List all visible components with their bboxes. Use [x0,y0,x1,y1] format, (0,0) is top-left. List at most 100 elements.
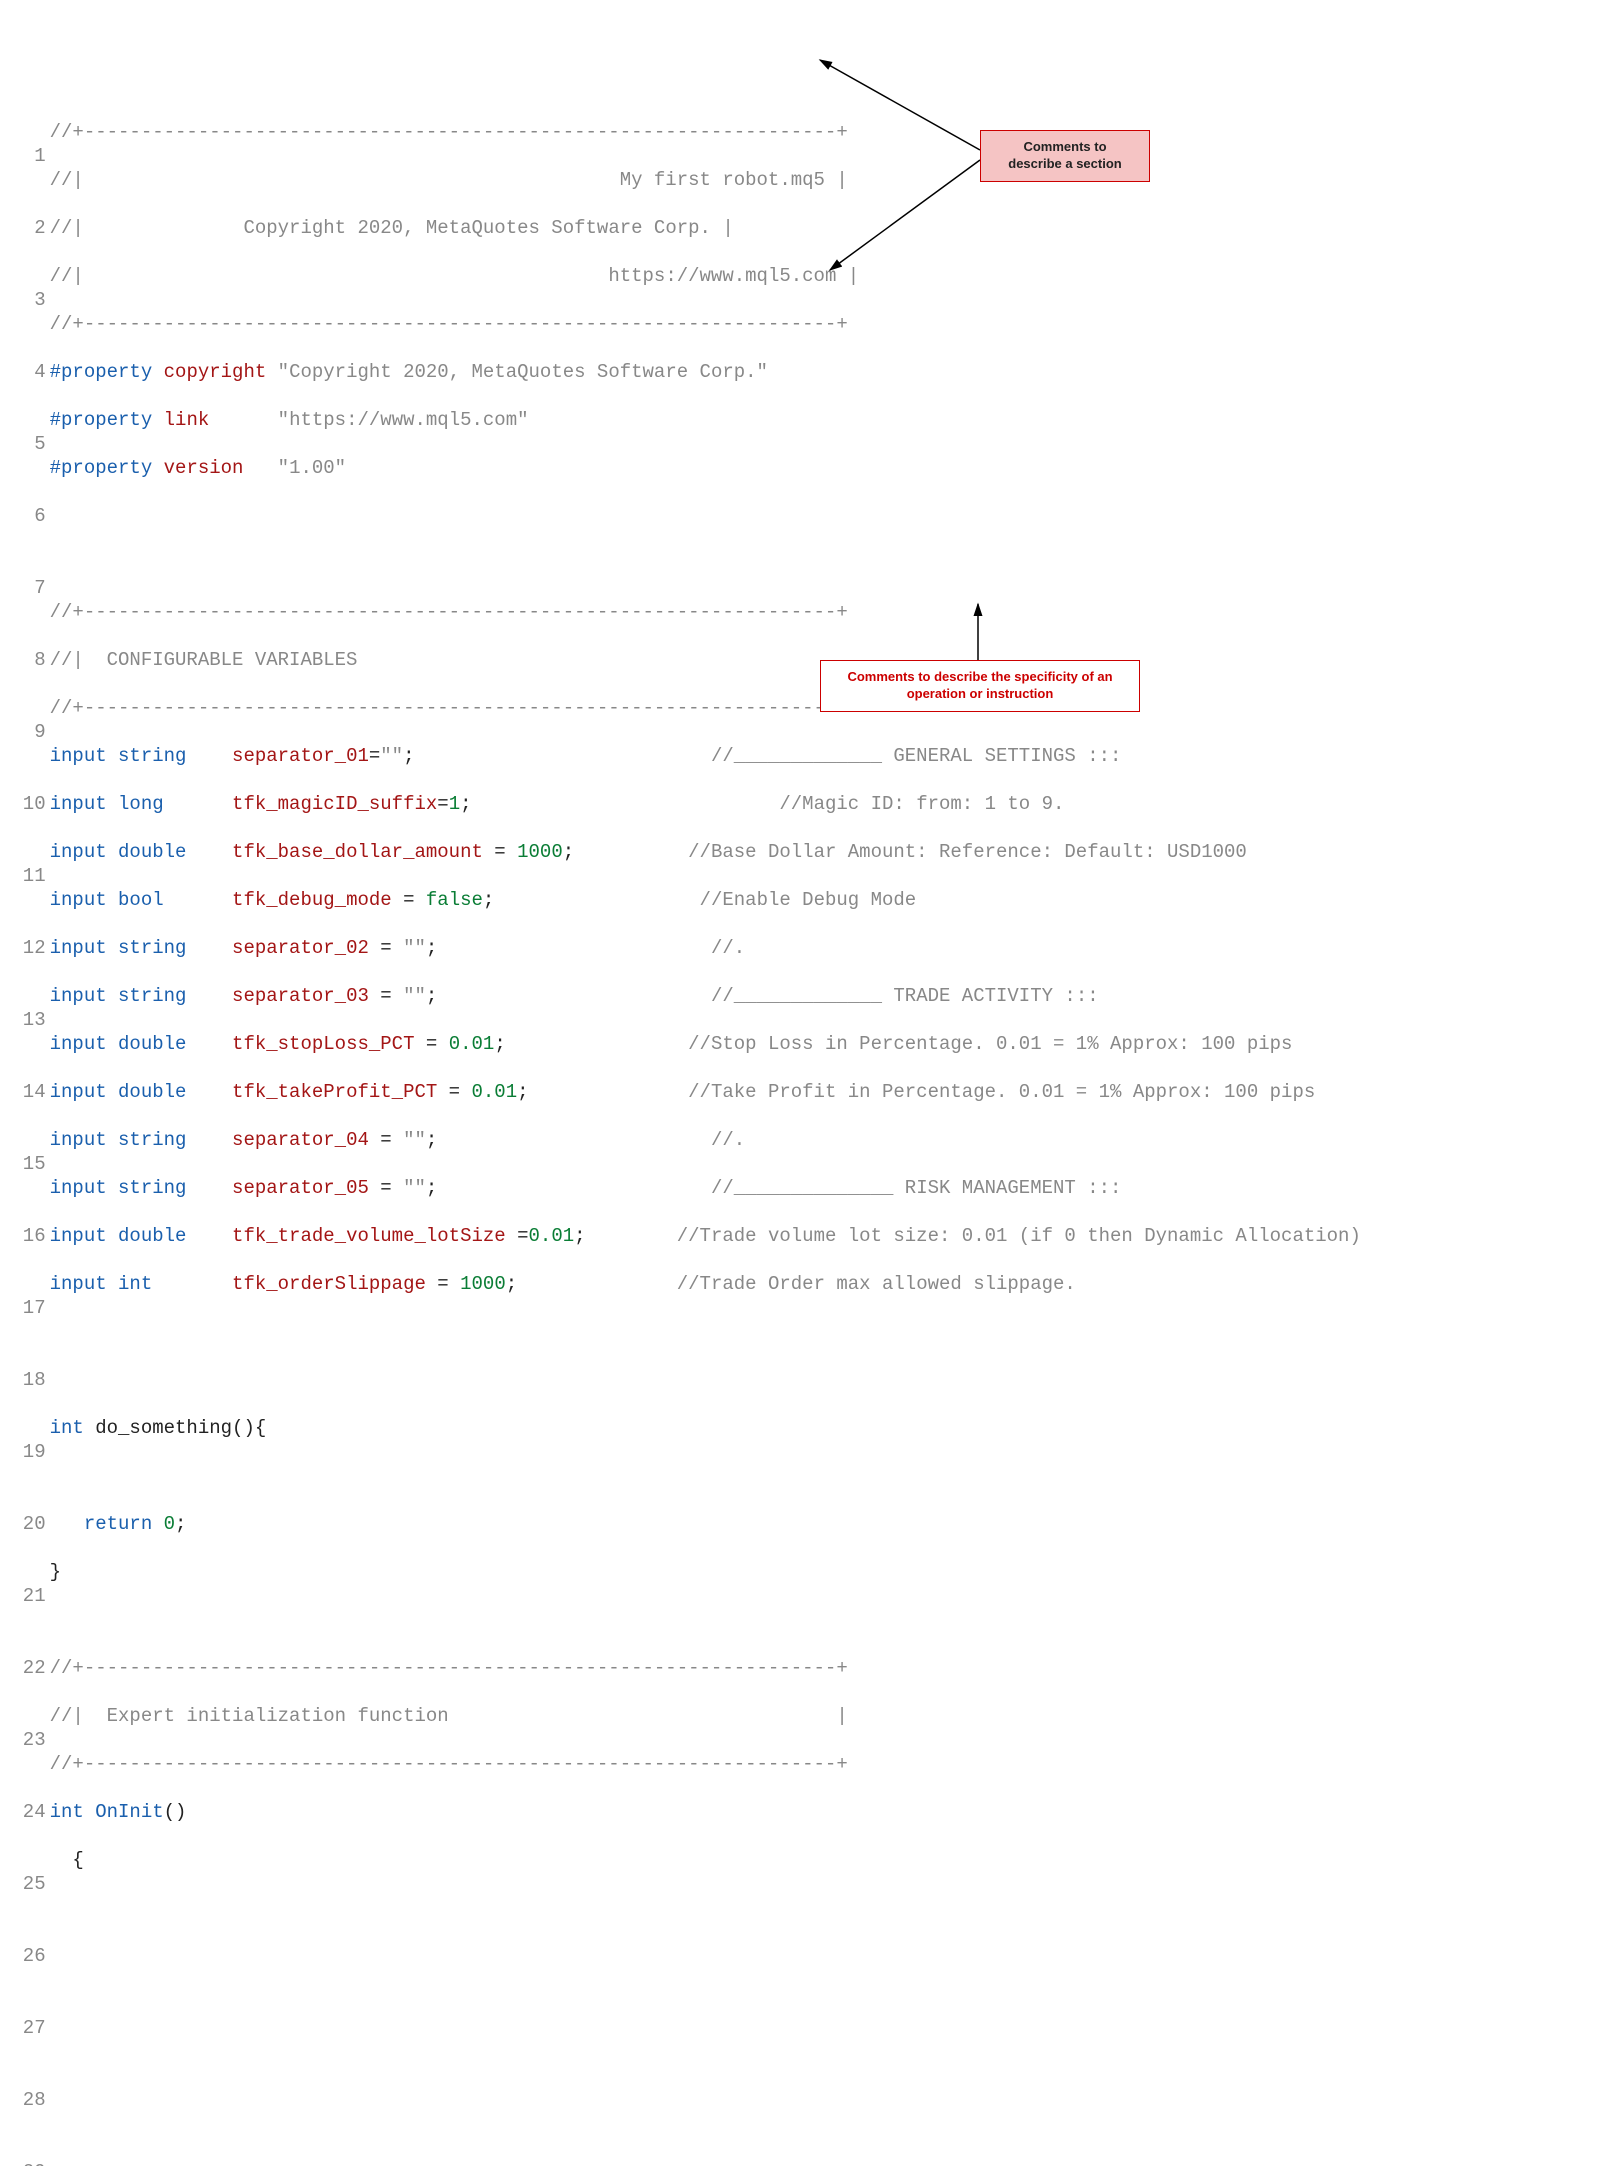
keyword: int [50,1801,96,1823]
code-line: { [50,1848,1608,1872]
identifier: separator_03 [186,985,368,1007]
line-number: 21 [0,1584,46,1608]
comment: https://www.mql5.com | [608,265,859,287]
code-line: input string separator_03 = ""; //______… [50,984,1608,1008]
number: 0.01 [472,1081,518,1103]
code-line: //+-------------------------------------… [50,120,1608,144]
punct: } [50,1561,61,1583]
comment: //| CONFIGURABLE VARIABLES [50,649,358,671]
comment: //Base Dollar Amount: Reference: Default… [574,841,1247,863]
code-line: //+-------------------------------------… [50,312,1608,336]
punct: (){ [232,1417,266,1439]
code-content[interactable]: //+-------------------------------------… [50,96,1608,2166]
punct: ; [517,1081,528,1103]
function-name: OnInit [95,1801,163,1823]
line-number: 15 [0,1152,46,1176]
comment: //Trade volume lot size: 0.01 (if 0 then… [586,1225,1361,1247]
number: 0 [164,1513,175,1535]
string-literal: "" [380,745,403,767]
comment: //+-------------------------------------… [50,121,848,143]
comment: //+-------------------------------------… [50,1753,848,1775]
keyword: input bool [50,889,164,911]
code-line: input bool tfk_debug_mode = false; //Ena… [50,888,1608,912]
punct: ; [483,889,494,911]
code-line: #property version "1.00" [50,456,1608,480]
number: 0.01 [529,1225,575,1247]
keyword: input double [50,1081,187,1103]
number: 0.01 [449,1033,495,1055]
code-line [50,1320,1608,1344]
code-line: input int tfk_orderSlippage = 1000; //Tr… [50,1272,1608,1296]
string-literal: "Copyright 2020, MetaQuotes Software Cor… [278,361,768,383]
comment: //Magic ID: from: 1 to 9. [472,793,1065,815]
line-number: 25 [0,1872,46,1896]
keyword: input double [50,841,187,863]
line-number: 26 [0,1944,46,1968]
operator: = [369,745,380,767]
string-literal: "" [403,985,426,1007]
line-number: 17 [0,1296,46,1320]
keyword: input string [50,937,187,959]
operator: = [437,793,448,815]
comment: //. [437,1129,745,1151]
code-line: input string separator_04 = ""; //. [50,1128,1608,1152]
line-number: 12 [0,936,46,960]
code-line [50,1464,1608,1488]
keyword: input string [50,745,187,767]
comment: //_____________ TRADE ACTIVITY ::: [437,985,1098,1007]
comment: //| [50,169,620,191]
identifier: tfk_trade_volume_lotSize [186,1225,505,1247]
code-line: int do_something(){ [50,1416,1608,1440]
bool-literal: false [426,889,483,911]
line-number: 16 [0,1224,46,1248]
code-line [50,552,1608,576]
identifier: separator_01 [186,745,368,767]
preprocessor: #property [50,361,164,383]
comment: //______________ RISK MANAGEMENT ::: [437,1177,1121,1199]
code-line: //| Copyright 2020, MetaQuotes Software … [50,216,1608,240]
identifier: copyright [164,361,278,383]
line-number: 13 [0,1008,46,1032]
operator: = [506,1225,529,1247]
comment: //+-------------------------------------… [50,697,848,719]
comment: //+-------------------------------------… [50,1657,848,1679]
operator: = [369,985,403,1007]
string-literal: "" [403,1177,426,1199]
keyword: input string [50,1129,187,1151]
punct: ; [175,1513,186,1535]
operator: = [437,1081,471,1103]
operator: = [414,1033,448,1055]
keyword: input double [50,1225,187,1247]
punct: ; [506,1273,517,1295]
identifier: tfk_debug_mode [164,889,392,911]
identifier: tfk_stopLoss_PCT [186,1033,414,1055]
keyword: input long [50,793,164,815]
code-editor: 1 2 3 4 5 6 7 8 9 10 11 12 13 14 15 16 1… [0,96,1608,2166]
line-number: 19 [0,1440,46,1464]
code-line: input double tfk_base_dollar_amount = 10… [50,840,1608,864]
line-number: 6 [0,504,46,528]
operator: = [426,1273,460,1295]
punct: ; [563,841,574,863]
operator: = [369,1129,403,1151]
code-line: input double tfk_takeProfit_PCT = 0.01; … [50,1080,1608,1104]
line-number: 10 [0,792,46,816]
number: 1000 [460,1273,506,1295]
code-line: //| Expert initialization function | [50,1704,1608,1728]
code-line: input long tfk_magicID_suffix=1; //Magic… [50,792,1608,816]
code-line: input string separator_02 = ""; //. [50,936,1608,960]
string-literal: "1.00" [278,457,346,479]
punct: ; [494,1033,505,1055]
comment: //Enable Debug Mode [494,889,916,911]
line-number-gutter: 1 2 3 4 5 6 7 8 9 10 11 12 13 14 15 16 1… [0,96,50,2166]
line-number: 24 [0,1800,46,1824]
keyword: return [50,1513,164,1535]
identifier: version [164,457,278,479]
punct: { [50,1849,84,1871]
keyword: input string [50,1177,187,1199]
line-number: 4 [0,360,46,384]
callout-instruction-comments: Comments to describe the specificity of … [820,660,1140,712]
line-number: 27 [0,2016,46,2040]
code-line: return 0; [50,1512,1608,1536]
comment: //| [50,217,244,239]
